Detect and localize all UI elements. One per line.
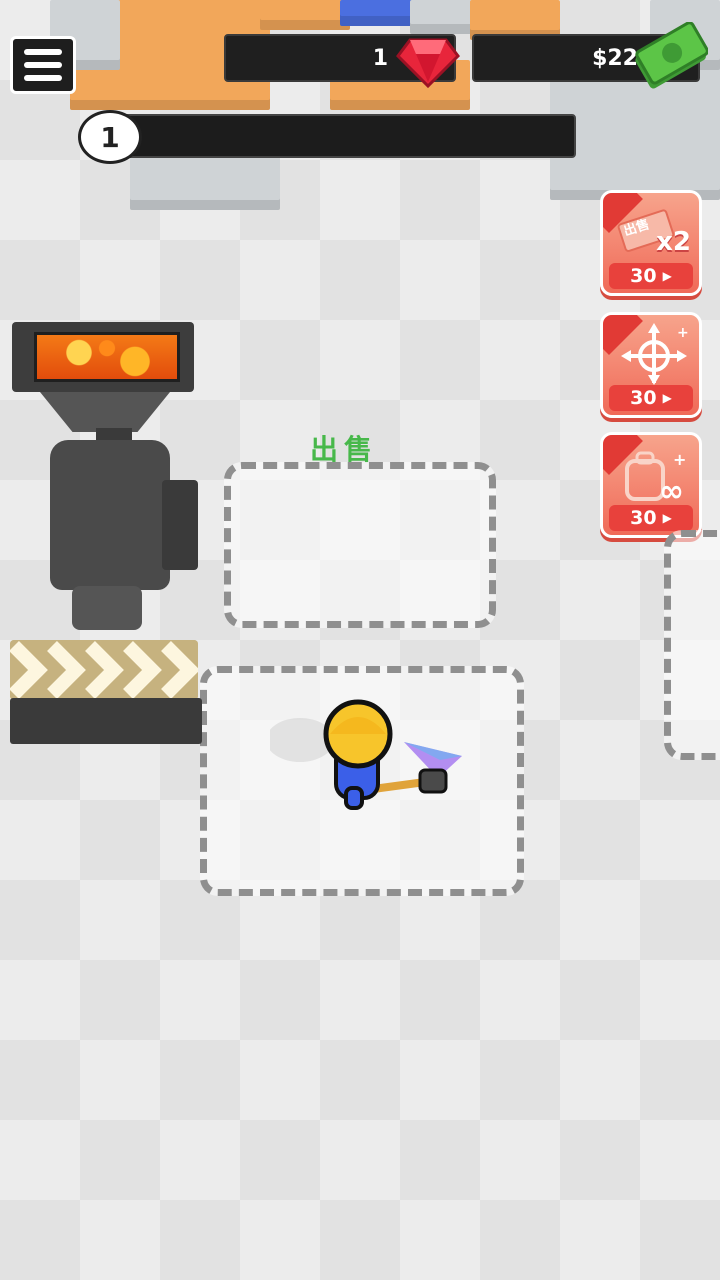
ad-icon: ▶ bbox=[662, 511, 672, 525]
lava-pool bbox=[34, 332, 180, 382]
gem-count: 1 bbox=[372, 45, 388, 71]
svg-text:+: + bbox=[673, 450, 686, 469]
press-machine bbox=[50, 440, 170, 590]
menu-icon bbox=[24, 49, 62, 55]
ad-icon: ▶ bbox=[662, 269, 672, 283]
crosshair-arrows-icon: + bbox=[621, 323, 689, 385]
svg-text:+: + bbox=[677, 325, 689, 341]
menu-button[interactable] bbox=[10, 36, 76, 94]
level-badge: 1 bbox=[78, 110, 142, 164]
player-character bbox=[270, 699, 462, 810]
cash-amount: $22 bbox=[592, 45, 638, 71]
sell-zone[interactable] bbox=[224, 462, 496, 628]
boost-sell-x2-button[interactable]: 出售 x2 30 ▶ bbox=[600, 190, 702, 296]
game-scene: 1 $22 1 出售 x2 30 ▶ + 30 ▶ + ∞ 30 ▶ 出售 bbox=[0, 0, 720, 1280]
side-zone bbox=[664, 530, 720, 760]
boost-capacity-button[interactable]: + ∞ 30 ▶ bbox=[600, 432, 702, 538]
gem-counter: 1 bbox=[224, 34, 460, 88]
hopper-funnel bbox=[40, 392, 170, 432]
multiplier-label: x2 bbox=[656, 227, 691, 257]
conveyor-belt bbox=[10, 640, 202, 744]
boost-move-speed-button[interactable]: + 30 ▶ bbox=[600, 312, 702, 418]
level-progress-bar bbox=[120, 114, 576, 158]
chevron-arrows-icon bbox=[10, 640, 198, 700]
boost-price: 30 ▶ bbox=[609, 505, 693, 531]
cash-counter: $22 bbox=[472, 22, 708, 89]
furnace-hopper bbox=[12, 322, 194, 392]
boost-price: 30 ▶ bbox=[609, 263, 693, 289]
ad-icon: ▶ bbox=[662, 391, 672, 405]
stacked-blocks-background bbox=[50, 0, 720, 210]
backpack-infinity-icon: + ∞ bbox=[625, 450, 686, 505]
svg-text:∞: ∞ bbox=[659, 474, 684, 505]
gem-icon bbox=[396, 38, 460, 88]
cash-icon bbox=[635, 22, 708, 89]
boost-price: 30 ▶ bbox=[609, 385, 693, 411]
